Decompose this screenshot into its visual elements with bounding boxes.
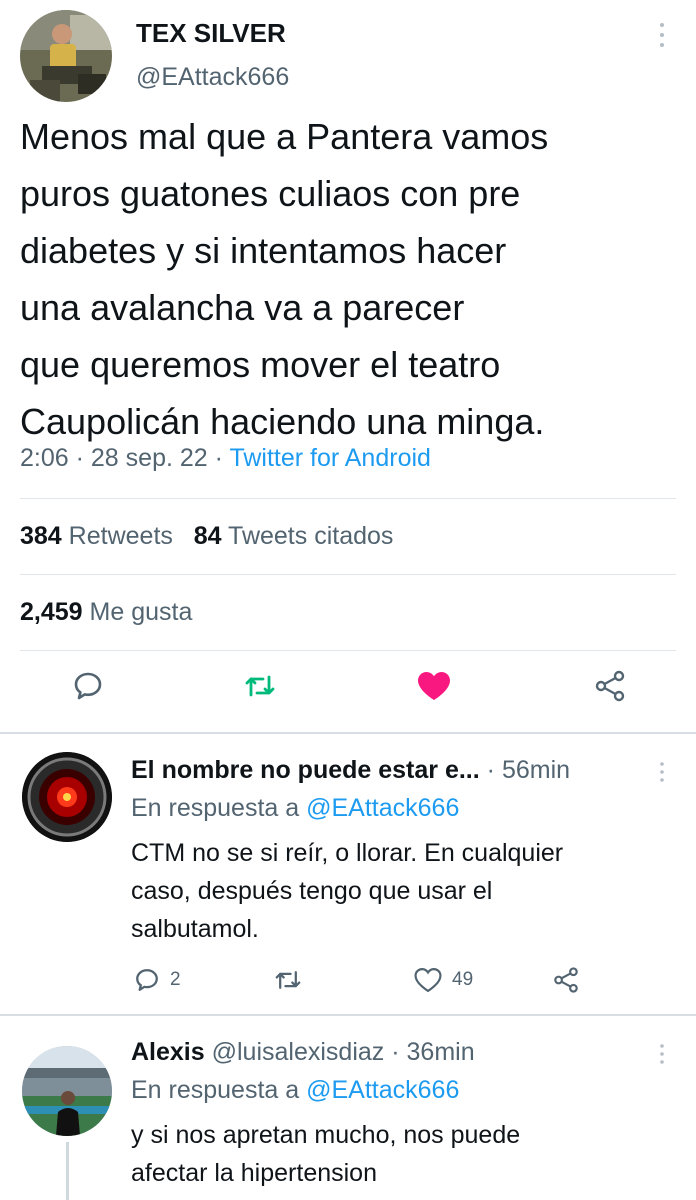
reply-time[interactable]: 56min: [502, 756, 570, 784]
reply-tweet[interactable]: Alexis @luisalexisdiaz · 36min En respue…: [0, 1016, 696, 1200]
meta-separator: ·: [214, 444, 223, 472]
reply-author-handle[interactable]: @luisalexisdiaz: [212, 1038, 385, 1066]
reply-count: 2: [170, 969, 181, 990]
tweet-date[interactable]: 28 sep. 22: [91, 444, 208, 472]
reply-header: El nombre no puede estar e... · 56min: [131, 756, 570, 785]
meta-separator: ·: [75, 444, 84, 472]
retweets-label: Retweets: [68, 522, 173, 550]
tweet-source[interactable]: Twitter for Android: [229, 444, 430, 472]
retweet-stats: 384 Retweets 84 Tweets citados: [20, 522, 393, 551]
reply-icon: [136, 969, 158, 991]
heart-icon: [418, 672, 450, 700]
more-icon[interactable]: [655, 20, 669, 50]
likes-label: Me gusta: [89, 598, 193, 626]
meta-separator: ·: [391, 1038, 400, 1066]
share-icon: [554, 967, 578, 993]
share-button[interactable]: [588, 664, 632, 708]
reply-text-line: y si nos apretan mucho, nos puede: [131, 1121, 521, 1149]
like-button[interactable]: 49: [414, 962, 473, 998]
more-icon[interactable]: [655, 1042, 669, 1066]
retweet-button[interactable]: [273, 962, 303, 998]
retweets-stat[interactable]: 384 Retweets: [20, 522, 173, 550]
share-button[interactable]: [552, 962, 580, 998]
avatar[interactable]: [22, 1046, 112, 1136]
reply-text-line: salbutamol.: [131, 915, 259, 943]
tweet-text-line: puros guatones culiaos con pre: [20, 173, 521, 214]
tweet-text-line: Caupolicán haciendo una minga.: [20, 401, 545, 442]
avatar[interactable]: [22, 752, 112, 842]
reply-text: CTM no se si reír, o llorar. En cualquie…: [131, 834, 651, 948]
heart-icon: [414, 968, 442, 993]
quotes-label: Tweets citados: [228, 522, 394, 550]
reply-mention[interactable]: @EAttack666: [306, 1076, 459, 1104]
likes-stat[interactable]: 2,459 Me gusta: [20, 598, 192, 627]
reply-button[interactable]: 2: [134, 962, 181, 998]
likes-count: 2,459: [20, 598, 83, 626]
reply-text: y si nos apretan mucho, nos puede afecta…: [131, 1116, 651, 1192]
tweet-meta: 2:06 · 28 sep. 22 · Twitter for Android: [20, 444, 431, 473]
retweet-icon: [245, 675, 275, 697]
retweet-icon: [275, 971, 301, 989]
share-icon: [595, 670, 625, 702]
tweet-text: Menos mal que a Pantera vamos puros guat…: [20, 108, 680, 450]
more-icon[interactable]: [655, 760, 669, 784]
divider: [20, 574, 676, 575]
like-count: 49: [452, 969, 474, 990]
tweet-text-line: Menos mal que a Pantera vamos: [20, 116, 549, 157]
tweet-time: 2:06: [20, 444, 69, 472]
tweet-text-line: diabetes y si intentamos hacer: [20, 230, 507, 271]
handle[interactable]: @EAttack666: [136, 63, 289, 92]
tweet-text-line: que queremos mover el teatro: [20, 344, 501, 385]
reply-text-line: CTM no se si reír, o llorar. En cualquie…: [131, 839, 564, 867]
divider: [20, 498, 676, 499]
reply-context: En respuesta a @EAttack666: [131, 1076, 459, 1105]
avatar[interactable]: [20, 10, 112, 102]
tweet-header: TEX SILVER @EAttack666: [0, 0, 696, 110]
tweet-text-line: una avalancha va a parecer: [20, 287, 465, 328]
reply-icon: [74, 672, 102, 700]
quotes-count: 84: [193, 522, 222, 550]
like-button[interactable]: [412, 664, 456, 708]
divider: [20, 650, 676, 651]
reply-time[interactable]: 36min: [407, 1038, 475, 1066]
reply-header: Alexis @luisalexisdiaz · 36min: [131, 1038, 475, 1067]
reply-text-line: caso, después tengo que usar el: [131, 877, 493, 905]
retweets-count: 384: [20, 522, 62, 550]
reply-context: En respuesta a @EAttack666: [131, 794, 459, 823]
reply-text-line: afectar la hipertension: [131, 1159, 377, 1187]
retweet-button[interactable]: [238, 664, 282, 708]
reply-prefix: En respuesta a: [131, 794, 300, 822]
thread-line: [66, 1142, 69, 1200]
display-name[interactable]: TEX SILVER: [136, 18, 286, 49]
tweet-actions: [0, 664, 696, 720]
reply-tweet[interactable]: El nombre no puede estar e... · 56min En…: [0, 734, 696, 1014]
reply-author-name[interactable]: El nombre no puede estar e...: [131, 756, 480, 784]
meta-separator: ·: [486, 756, 495, 784]
reply-prefix: En respuesta a: [131, 1076, 300, 1104]
reply-actions: 2 49: [0, 962, 696, 1002]
reply-button[interactable]: [66, 664, 110, 708]
quotes-stat[interactable]: 84 Tweets citados: [194, 522, 394, 550]
reply-author-name[interactable]: Alexis: [131, 1038, 205, 1066]
reply-mention[interactable]: @EAttack666: [306, 794, 459, 822]
